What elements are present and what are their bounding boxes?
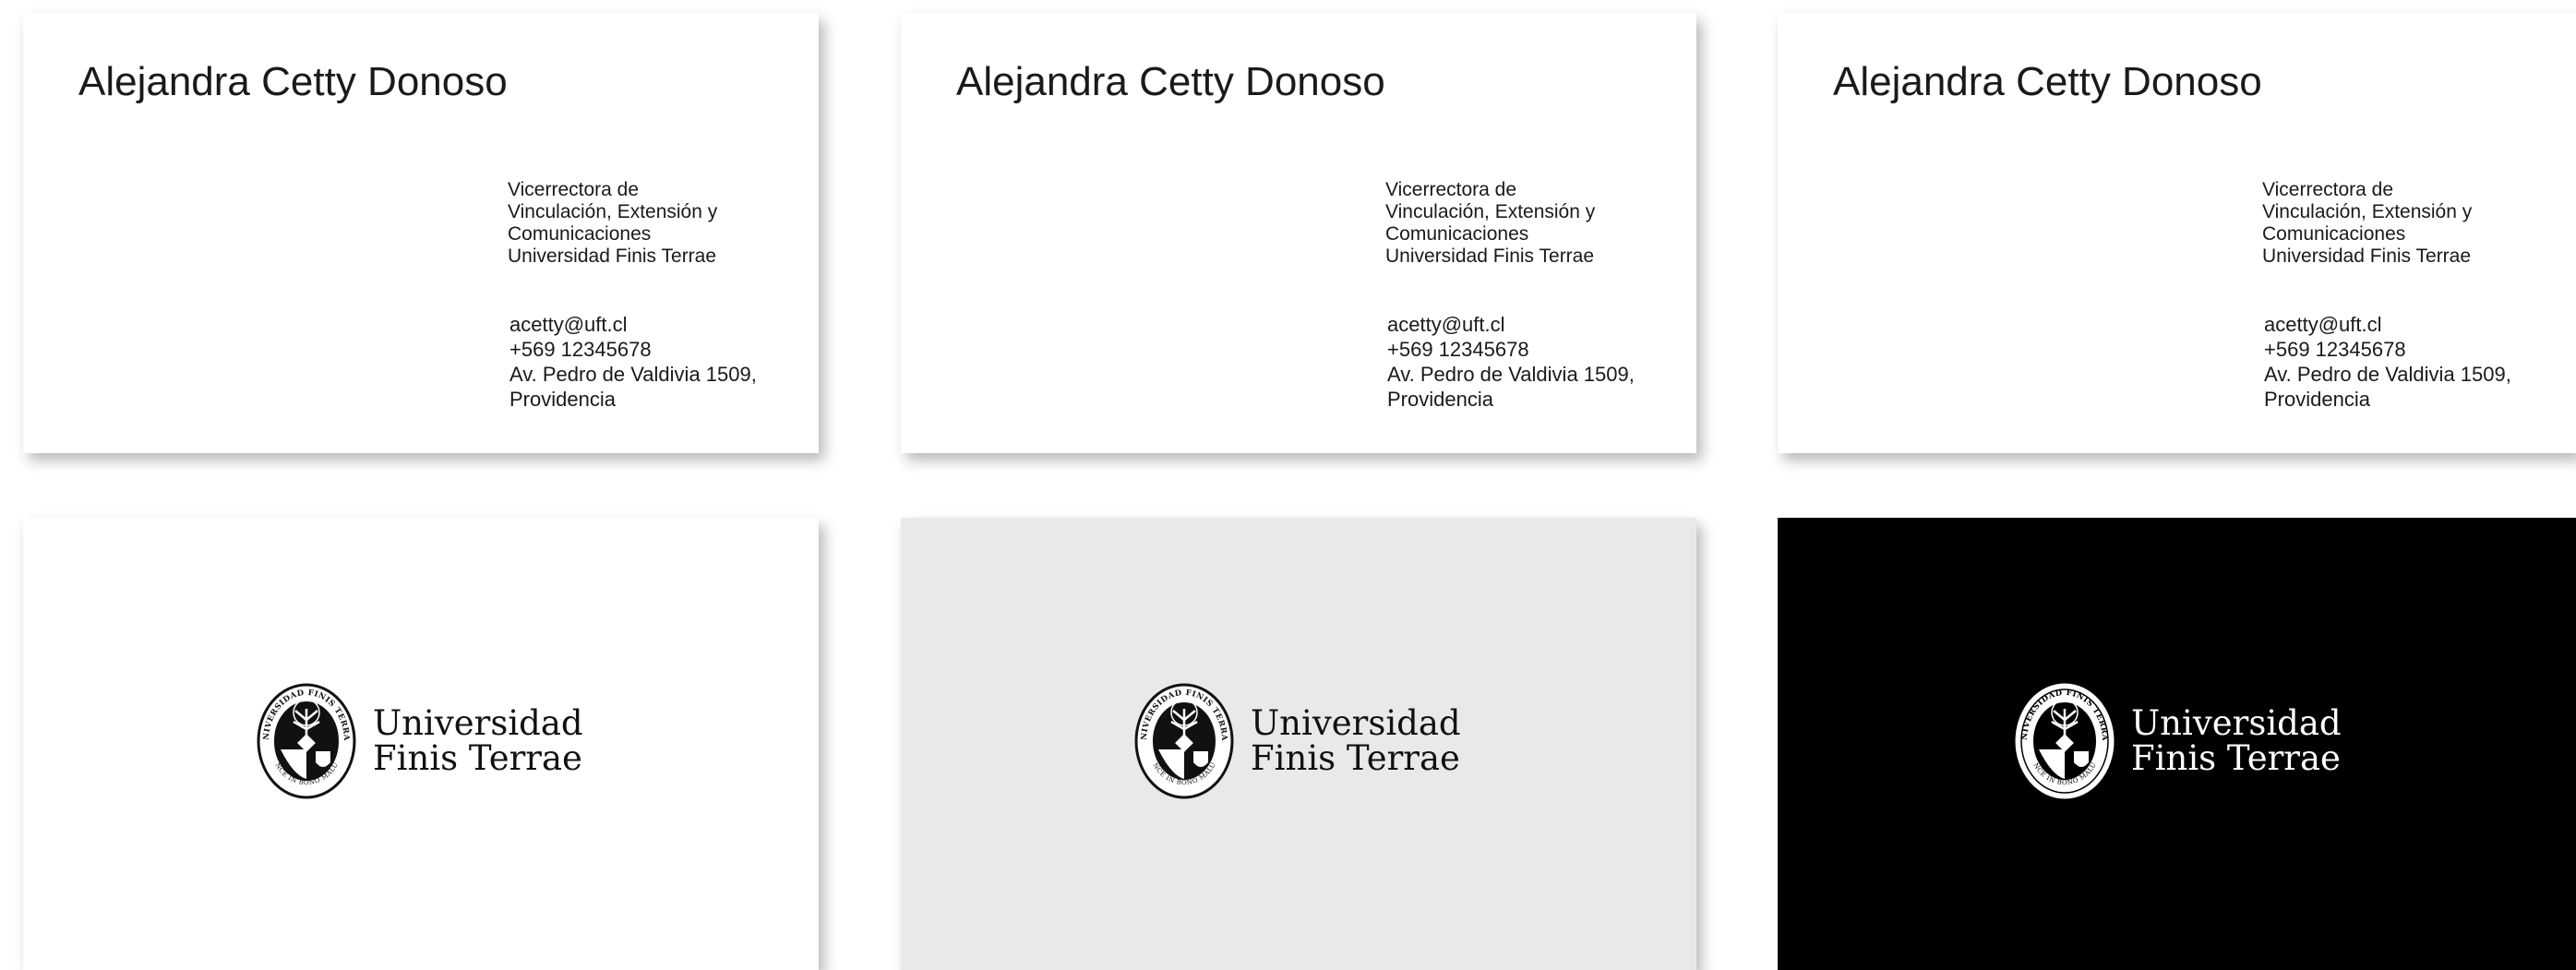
university-wordmark: Universidad Finis Terrae: [1251, 706, 1461, 776]
card-address-line2: Providencia: [2264, 388, 2370, 411]
business-card-back-black: UNIVERSIDAD FINIS TERRAE VINCE IN BONO M…: [1778, 518, 2576, 970]
card-role: Vicerrectora de Vinculación, Extensión y…: [1385, 179, 1595, 268]
role-line: Vicerrectora de: [2262, 179, 2394, 200]
wordmark-line1: Universidad: [2131, 703, 2342, 743]
card-email: acetty@uft.cl: [509, 313, 628, 336]
wordmark-line1: Universidad: [1251, 703, 1461, 743]
role-line: Vinculación, Extensión y: [1385, 201, 1596, 222]
university-seal-icon: UNIVERSIDAD FINIS TERRAE VINCE IN BONO M…: [1134, 683, 1234, 799]
wordmark-line1: Universidad: [373, 703, 583, 743]
role-line: Universidad Finis Terrae: [2262, 245, 2472, 267]
university-wordmark: Universidad Finis Terrae: [2131, 706, 2342, 776]
card-contact: acetty@uft.cl +569 12345678 Av. Pedro de…: [1387, 312, 1635, 412]
university-seal-icon: UNIVERSIDAD FINIS TERRAE VINCE IN BONO M…: [2015, 683, 2115, 799]
card-address-line1: Av. Pedro de Valdivia 1509,: [509, 363, 757, 386]
card-address-line1: Av. Pedro de Valdivia 1509,: [1387, 363, 1635, 386]
role-line: Universidad Finis Terrae: [508, 245, 717, 267]
university-wordmark: Universidad Finis Terrae: [373, 706, 583, 776]
card-email: acetty@uft.cl: [2264, 313, 2382, 336]
card-name: Alejandra Cetty Donoso: [78, 59, 508, 104]
university-logo: UNIVERSIDAD FINIS TERRAE VINCE IN BONO M…: [257, 681, 583, 801]
business-card-back-white: UNIVERSIDAD FINIS TERRAE VINCE IN BONO M…: [23, 518, 819, 970]
wordmark-line2: Finis Terrae: [1251, 738, 1460, 778]
university-logo: UNIVERSIDAD FINIS TERRAE VINCE IN BONO M…: [2015, 681, 2342, 801]
card-name: Alejandra Cetty Donoso: [956, 59, 1385, 104]
card-role: Vicerrectora de Vinculación, Extensión y…: [2262, 179, 2472, 268]
card-name: Alejandra Cetty Donoso: [1833, 59, 2262, 104]
university-seal-icon: UNIVERSIDAD FINIS TERRAE VINCE IN BONO M…: [257, 683, 356, 799]
role-line: Comunicaciones: [2262, 223, 2406, 245]
wordmark-line2: Finis Terrae: [373, 738, 582, 778]
card-contact: acetty@uft.cl +569 12345678 Av. Pedro de…: [509, 312, 757, 412]
card-email: acetty@uft.cl: [1387, 313, 1505, 336]
business-card-front-3: Alejandra Cetty Donoso Vicerrectora de V…: [1778, 13, 2576, 453]
wordmark-line2: Finis Terrae: [2131, 738, 2341, 778]
role-line: Universidad Finis Terrae: [1385, 245, 1595, 267]
role-line: Vinculación, Extensión y: [2262, 201, 2473, 222]
role-line: Vinculación, Extensión y: [508, 201, 718, 222]
university-logo: UNIVERSIDAD FINIS TERRAE VINCE IN BONO M…: [1134, 681, 1461, 801]
role-line: Comunicaciones: [508, 223, 652, 245]
card-address-line2: Providencia: [1387, 388, 1493, 411]
business-card-front-2: Alejandra Cetty Donoso Vicerrectora de V…: [901, 13, 1696, 453]
card-phone: +569 12345678: [2264, 338, 2406, 361]
business-card-back-gray: UNIVERSIDAD FINIS TERRAE VINCE IN BONO M…: [901, 518, 1696, 970]
card-phone: +569 12345678: [509, 338, 652, 361]
card-address-line2: Providencia: [509, 388, 616, 411]
card-contact: acetty@uft.cl +569 12345678 Av. Pedro de…: [2264, 312, 2511, 412]
card-phone: +569 12345678: [1387, 338, 1529, 361]
card-address-line1: Av. Pedro de Valdivia 1509,: [2264, 363, 2511, 386]
role-line: Vicerrectora de: [1385, 179, 1517, 200]
role-line: Comunicaciones: [1385, 223, 1529, 245]
card-role: Vicerrectora de Vinculación, Extensión y…: [508, 179, 717, 268]
business-card-front-1: Alejandra Cetty Donoso Vicerrectora de V…: [23, 13, 819, 453]
role-line: Vicerrectora de: [508, 179, 640, 200]
